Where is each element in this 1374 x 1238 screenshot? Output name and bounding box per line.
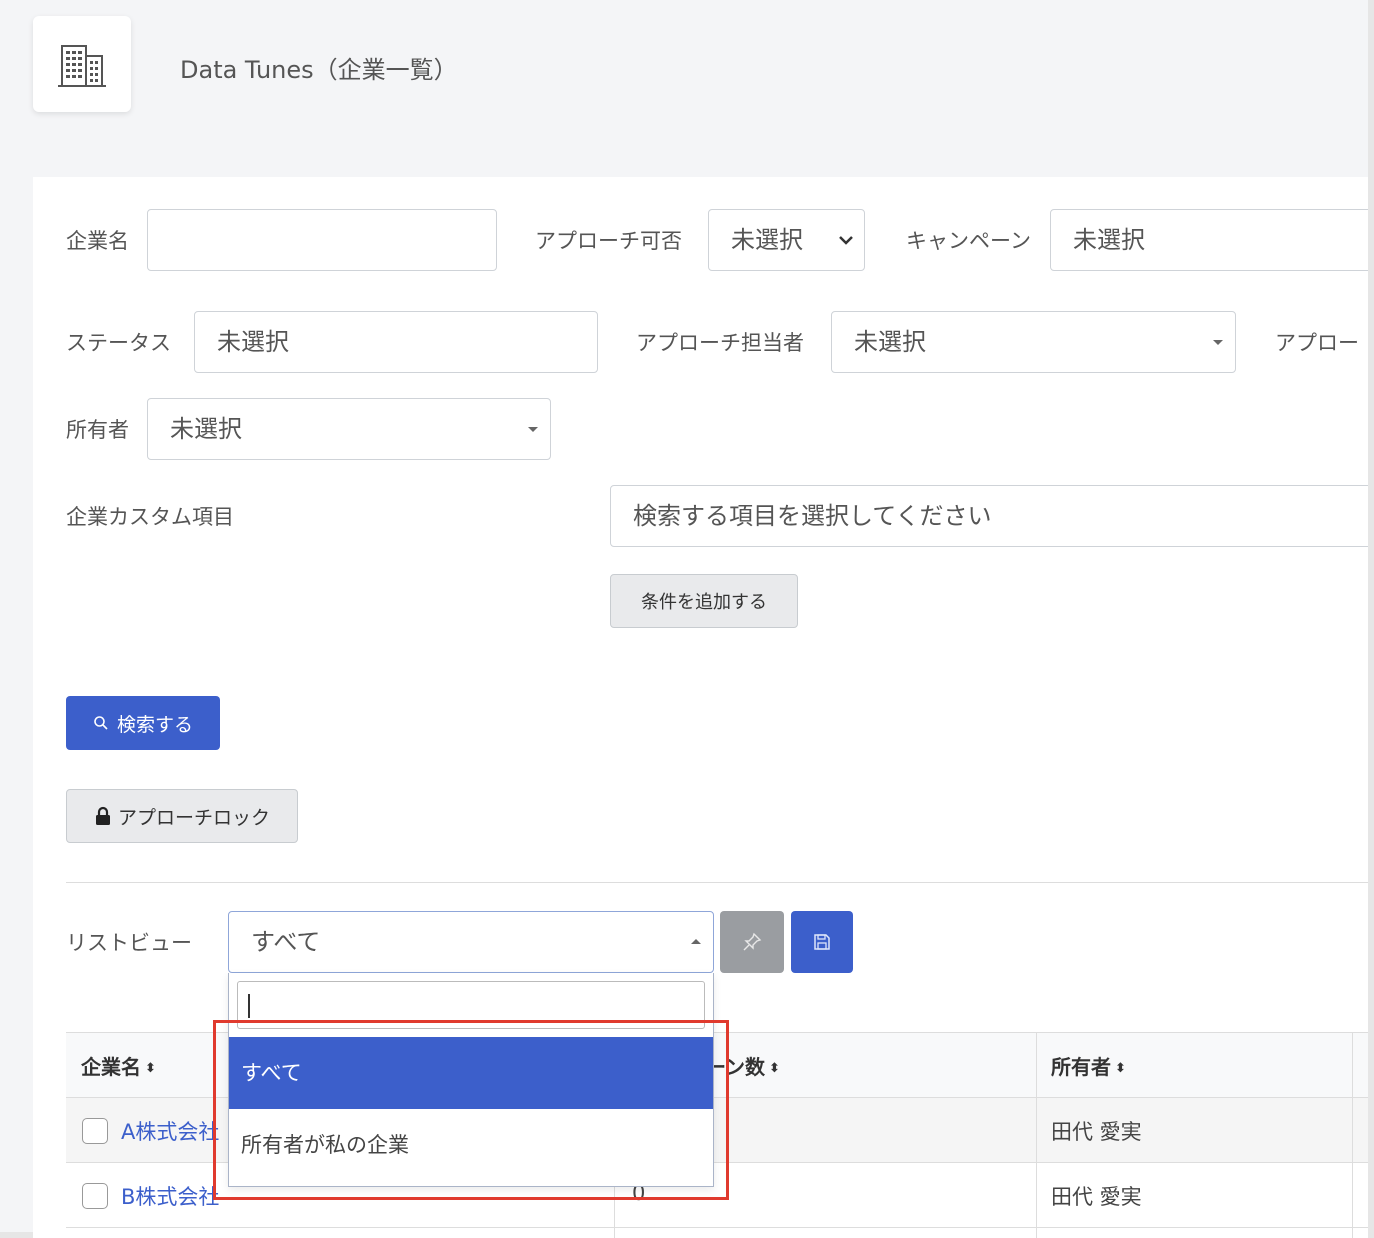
search-button-label: 検索する [116,713,193,736]
list-view-dropdown: すべて 所有者が私の企業 [228,973,714,1187]
approach-owner-label: アプローチ担当者 [636,331,804,355]
pin-button[interactable] [720,911,784,973]
chevron-down-icon [839,236,853,245]
company-name-input[interactable] [147,209,497,271]
column-header-campaign-count[interactable]: ーン数 ⬍ [706,1051,780,1080]
column-divider [1352,1032,1353,1238]
owner-cell: 田代 愛実 [1051,1185,1142,1209]
owner-select[interactable]: 未選択 [147,398,551,460]
column-divider [1036,1032,1037,1238]
approach-ok-value: 未選択 [731,226,803,254]
owner-cell: 田代 愛実 [1051,1120,1142,1144]
status-label: ステータス [66,331,171,355]
status-select[interactable]: 未選択 [194,311,598,373]
custom-fields-label: 企業カスタム項目 [66,505,234,529]
company-name-label: 企業名 [66,229,129,253]
section-divider [66,882,1368,883]
approach-owner-value: 未選択 [854,328,926,356]
approach-lock-button[interactable]: アプローチロック [66,789,298,843]
campaign-select[interactable]: 未選択 [1050,209,1368,271]
window-frame-right [1368,0,1374,1238]
approach-owner-select[interactable]: 未選択 [831,311,1236,373]
sort-icon: ⬍ [145,1060,156,1076]
column-header-owner[interactable]: 所有者 ⬍ [1051,1051,1126,1080]
caret-down-icon [528,427,538,432]
save-icon [814,934,830,950]
lock-icon [95,806,110,825]
app-header: Data Tunes（企業一覧） [0,0,1368,146]
text-cursor [248,994,250,1018]
caret-down-icon [1213,340,1223,345]
approach-ok-select[interactable]: 未選択 [708,209,865,271]
pin-icon [743,932,762,951]
search-icon [94,716,108,730]
sort-icon: ⬍ [1115,1060,1126,1076]
search-button[interactable]: 検索する [66,696,220,750]
caret-up-icon [691,939,701,944]
campaign-label: キャンペーン [906,229,1031,253]
list-view-value: すべて [251,928,321,956]
approach-truncated-label: アプロー [1275,331,1359,355]
dropdown-search-input[interactable] [237,981,705,1029]
list-view-select[interactable]: すべて [228,911,714,973]
page-title: Data Tunes（企業一覧） [180,56,458,84]
row-checkbox[interactable] [82,1183,108,1209]
company-link[interactable]: B株式会社 [121,1181,219,1211]
owner-value: 未選択 [170,415,242,443]
add-condition-button[interactable]: 条件を追加する [610,574,798,628]
save-view-button[interactable] [791,911,853,973]
dropdown-option-my-companies[interactable]: 所有者が私の企業 [229,1109,713,1181]
approach-lock-label: アプローチロック [117,806,270,829]
list-view-label: リストビュー [66,931,192,955]
dropdown-option-all[interactable]: すべて [229,1037,713,1109]
row-checkbox[interactable] [82,1118,108,1144]
app-logo[interactable] [33,16,131,112]
column-header-company[interactable]: 企業名 ⬍ [81,1051,156,1080]
custom-fields-select[interactable]: 検索する項目を選択してください [610,485,1368,547]
owner-label: 所有者 [66,418,129,442]
company-link[interactable]: A株式会社 [121,1116,219,1146]
approach-ok-label: アプローチ可否 [535,229,682,253]
sort-icon: ⬍ [769,1060,780,1076]
building-icon [58,45,106,87]
